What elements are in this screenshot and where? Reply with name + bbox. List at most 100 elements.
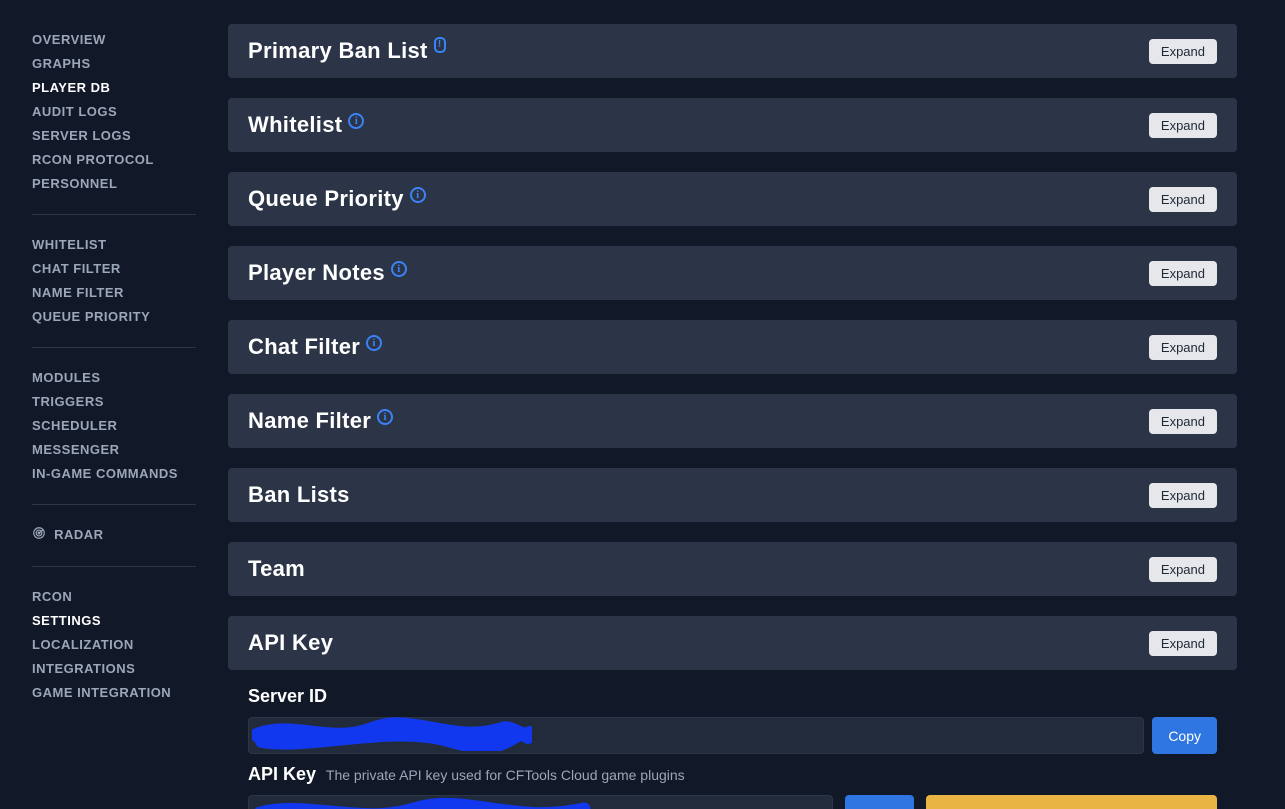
- regenerate-button[interactable]: Re-generate: [926, 795, 1217, 809]
- sidebar-item-rcon-protocol[interactable]: RCON PROTOCOL: [0, 148, 228, 172]
- sidebar-item-audit-logs[interactable]: AUDIT LOGS: [0, 100, 228, 124]
- sidebar-item-graphs[interactable]: GRAPHS: [0, 52, 228, 76]
- sidebar-item-label: WHITELIST: [32, 237, 107, 252]
- panel-player-notes: Player Notes i Expand: [228, 246, 1237, 300]
- copy-api-key-button[interactable]: Copy: [845, 795, 914, 809]
- sidebar-divider: [32, 566, 196, 567]
- sidebar-item-overview[interactable]: OVERVIEW: [0, 28, 228, 52]
- panel-title: Whitelist i: [248, 112, 364, 138]
- sidebar-group-5: RCON SETTINGS LOCALIZATION INTEGRATIONS …: [0, 581, 228, 709]
- sidebar-item-label: GAME INTEGRATION: [32, 685, 171, 700]
- expand-button[interactable]: Expand: [1149, 39, 1217, 64]
- sidebar-item-in-game-commands[interactable]: IN-GAME COMMANDS: [0, 462, 228, 486]
- sidebar-item-label: GRAPHS: [32, 56, 91, 71]
- api-key-input[interactable]: [248, 795, 833, 809]
- sidebar-item-label: SERVER LOGS: [32, 128, 131, 143]
- sidebar-item-radar[interactable]: RADAR: [0, 523, 228, 548]
- sidebar-item-label: QUEUE PRIORITY: [32, 309, 150, 324]
- sidebar-item-game-integration[interactable]: GAME INTEGRATION: [0, 681, 228, 705]
- expand-button[interactable]: Expand: [1149, 409, 1217, 434]
- panel-title: Name Filter i: [248, 408, 393, 434]
- panel-title: Ban Lists: [248, 482, 350, 508]
- panel-title: Queue Priority i: [248, 186, 426, 212]
- sidebar-item-modules[interactable]: MODULES: [0, 366, 228, 390]
- sidebar-item-label: NAME FILTER: [32, 285, 124, 300]
- panel-api-key-body: Server ID Copy API Key The private API k…: [228, 686, 1237, 809]
- sidebar-group-2: WHITELIST CHAT FILTER NAME FILTER QUEUE …: [0, 229, 228, 333]
- expand-button[interactable]: Expand: [1149, 557, 1217, 582]
- sidebar-item-label: IN-GAME COMMANDS: [32, 466, 178, 481]
- sidebar-item-label: TRIGGERS: [32, 394, 104, 409]
- sidebar-item-label: SCHEDULER: [32, 418, 117, 433]
- sidebar-item-queue-priority[interactable]: QUEUE PRIORITY: [0, 305, 228, 329]
- api-key-label: API Key: [248, 764, 316, 784]
- sidebar-item-integrations[interactable]: INTEGRATIONS: [0, 657, 228, 681]
- sidebar-divider: [32, 347, 196, 348]
- api-key-row: Copy Re-generate: [248, 795, 1217, 809]
- sidebar-item-messenger[interactable]: MESSENGER: [0, 438, 228, 462]
- api-key-sublabel: The private API key used for CFTools Clo…: [326, 767, 685, 783]
- sidebar-item-chat-filter[interactable]: CHAT FILTER: [0, 257, 228, 281]
- expand-button[interactable]: Expand: [1149, 187, 1217, 212]
- copy-server-id-button[interactable]: Copy: [1152, 717, 1217, 754]
- info-icon: i: [410, 187, 426, 203]
- sidebar-item-label: SETTINGS: [32, 613, 101, 628]
- panel-title-text: Whitelist: [248, 112, 342, 138]
- sidebar-item-label: PLAYER DB: [32, 80, 110, 95]
- panel-name-filter: Name Filter i Expand: [228, 394, 1237, 448]
- info-icon: i: [377, 409, 393, 425]
- sidebar-item-settings[interactable]: SETTINGS: [0, 609, 228, 633]
- sidebar-item-localization[interactable]: LOCALIZATION: [0, 633, 228, 657]
- server-id-block: Server ID Copy: [228, 686, 1237, 756]
- sidebar-item-rcon[interactable]: RCON: [0, 585, 228, 609]
- panel-title: Player Notes i: [248, 260, 407, 286]
- alert-icon: !: [434, 37, 446, 53]
- expand-button[interactable]: Expand: [1149, 261, 1217, 286]
- server-id-row: Copy: [248, 717, 1217, 754]
- panel-title-text: Primary Ban List: [248, 38, 428, 64]
- sidebar-item-name-filter[interactable]: NAME FILTER: [0, 281, 228, 305]
- panel-title-text: Player Notes: [248, 260, 385, 286]
- sidebar-item-triggers[interactable]: TRIGGERS: [0, 390, 228, 414]
- sidebar-item-label: OVERVIEW: [32, 32, 106, 47]
- panel-whitelist: Whitelist i Expand: [228, 98, 1237, 152]
- panel-title-text: Name Filter: [248, 408, 371, 434]
- panel-queue-priority: Queue Priority i Expand: [228, 172, 1237, 226]
- sidebar-group-3: MODULES TRIGGERS SCHEDULER MESSENGER IN-…: [0, 362, 228, 490]
- sidebar-divider: [32, 504, 196, 505]
- expand-button[interactable]: Expand: [1149, 631, 1217, 656]
- sidebar-item-label: MODULES: [32, 370, 101, 385]
- panel-title-text: Queue Priority: [248, 186, 404, 212]
- sidebar-item-label: RCON: [32, 589, 72, 604]
- panel-title: Primary Ban List !: [248, 38, 446, 64]
- sidebar-item-server-logs[interactable]: SERVER LOGS: [0, 124, 228, 148]
- sidebar-item-player-db[interactable]: PLAYER DB: [0, 76, 228, 100]
- server-id-input[interactable]: [248, 717, 1144, 754]
- expand-button[interactable]: Expand: [1149, 335, 1217, 360]
- sidebar-item-label: AUDIT LOGS: [32, 104, 117, 119]
- panel-chat-filter: Chat Filter i Expand: [228, 320, 1237, 374]
- panel-title-text: Chat Filter: [248, 334, 360, 360]
- sidebar-item-scheduler[interactable]: SCHEDULER: [0, 414, 228, 438]
- panel-team: Team Expand: [228, 542, 1237, 596]
- sidebar-group-4: RADAR: [0, 519, 228, 552]
- expand-button[interactable]: Expand: [1149, 113, 1217, 138]
- sidebar-item-personnel[interactable]: PERSONNEL: [0, 172, 228, 196]
- sidebar-item-label: LOCALIZATION: [32, 637, 134, 652]
- expand-button[interactable]: Expand: [1149, 483, 1217, 508]
- sidebar-item-whitelist[interactable]: WHITELIST: [0, 233, 228, 257]
- panel-primary-ban-list: Primary Ban List ! Expand: [228, 24, 1237, 78]
- info-icon: i: [391, 261, 407, 277]
- sidebar-item-label: INTEGRATIONS: [32, 661, 135, 676]
- panel-title: Chat Filter i: [248, 334, 382, 360]
- panel-title: Team: [248, 556, 305, 582]
- server-id-label: Server ID: [248, 686, 327, 706]
- panel-title-text: Team: [248, 556, 305, 582]
- sidebar-item-label: MESSENGER: [32, 442, 120, 457]
- info-icon: i: [348, 113, 364, 129]
- sidebar: OVERVIEW GRAPHS PLAYER DB AUDIT LOGS SER…: [0, 0, 228, 809]
- panel-title-text: API Key: [248, 630, 333, 656]
- panel-api-key: API Key Expand: [228, 616, 1237, 670]
- sidebar-item-label: PERSONNEL: [32, 176, 117, 191]
- sidebar-divider: [32, 214, 196, 215]
